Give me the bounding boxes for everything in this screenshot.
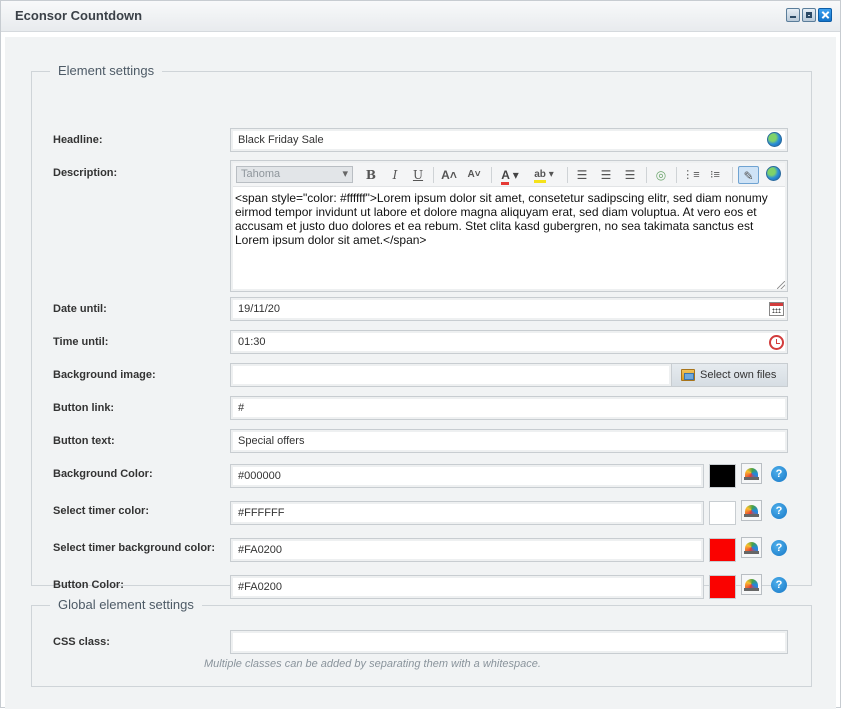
italic-icon[interactable]: I — [388, 166, 402, 184]
image-folder-icon — [681, 369, 695, 381]
font-size-increase-icon[interactable]: A˄ — [440, 166, 458, 184]
maximize-button[interactable] — [802, 8, 816, 22]
button-text-value: Special offers — [238, 435, 305, 447]
title-bar: Econsor Countdown — [1, 1, 840, 32]
timer-color-label: Select timer color: — [53, 505, 149, 517]
align-left-icon[interactable]: ☰ — [574, 166, 590, 184]
headline-input[interactable]: Black Friday Sale — [230, 128, 788, 152]
element-settings-group: Element settings Headline: Black Friday … — [31, 63, 812, 599]
time-until-input[interactable]: 01:30 — [230, 330, 788, 354]
calendar-icon[interactable] — [769, 302, 784, 316]
button-color-swatch[interactable] — [709, 575, 736, 599]
date-until-input[interactable]: 19/11/20 — [230, 297, 788, 321]
button-text-input[interactable]: Special offers — [230, 429, 788, 453]
language-globe-icon[interactable] — [766, 166, 781, 181]
timer-color-swatch[interactable] — [709, 501, 736, 525]
clock-icon[interactable] — [769, 335, 784, 350]
toolbar-separator — [732, 167, 733, 183]
align-right-icon[interactable]: ☰ — [622, 166, 638, 184]
headline-value: Black Friday Sale — [238, 134, 324, 146]
background-image-label: Background image: — [53, 369, 156, 381]
language-globe-icon[interactable] — [767, 132, 782, 147]
font-family-select[interactable]: Tahoma — [236, 166, 353, 183]
button-color-label: Button Color: — [53, 579, 124, 591]
color-picker-icon[interactable] — [741, 500, 762, 521]
font-family-value: Tahoma — [241, 168, 281, 180]
global-settings-group: Global element settings CSS class: — [31, 597, 812, 687]
underline-icon[interactable]: U — [411, 166, 425, 184]
background-color-swatch[interactable] — [709, 464, 736, 488]
help-icon[interactable]: ? — [771, 466, 787, 482]
minimize-button[interactable] — [786, 8, 800, 22]
editor-toolbar: Tahoma B I U A˄ A˅ A ▾ ab ▾ ☰ ☰ ☰ ◎ — [233, 163, 785, 187]
timer-bg-color-label: Select timer background color: — [53, 542, 215, 554]
description-editor[interactable]: Tahoma B I U A˄ A˅ A ▾ ab ▾ ☰ ☰ ☰ ◎ — [230, 160, 788, 292]
toolbar-separator — [567, 167, 568, 183]
insert-link-icon[interactable]: ◎ — [652, 166, 670, 184]
description-label: Description: — [53, 167, 118, 179]
dialog-window: Econsor Countdown Element settings Headl… — [0, 0, 841, 709]
timer-color-input[interactable]: #FFFFFF — [230, 501, 704, 525]
dialog-content: Element settings Headline: Black Friday … — [5, 37, 836, 709]
background-color-input[interactable]: #000000 — [230, 464, 704, 488]
element-settings-legend: Element settings — [50, 63, 163, 78]
help-icon[interactable]: ? — [771, 503, 787, 519]
background-color-value: #000000 — [238, 470, 281, 482]
headline-label: Headline: — [53, 134, 103, 146]
date-until-label: Date until: — [53, 303, 107, 315]
source-code-toggle-icon[interactable]: ✎ — [738, 166, 759, 184]
help-icon[interactable]: ? — [771, 540, 787, 556]
button-link-value: # — [238, 402, 245, 414]
help-icon[interactable]: ? — [771, 577, 787, 593]
resize-handle[interactable] — [777, 281, 785, 289]
timer-bg-color-swatch[interactable] — [709, 538, 736, 562]
timer-bg-color-input[interactable]: #FA0200 — [230, 538, 704, 562]
css-class-input[interactable] — [230, 630, 788, 654]
timer-bg-color-value: #FA0200 — [238, 544, 283, 556]
description-text[interactable]: <span style="color: #ffffff">Lorem ipsum… — [235, 191, 781, 247]
background-color-label: Background Color: — [53, 468, 153, 480]
select-files-button[interactable]: Select own files — [671, 363, 788, 387]
toolbar-separator — [433, 167, 434, 183]
ordered-list-icon[interactable]: ⋮≡ — [682, 166, 700, 184]
color-picker-icon[interactable] — [741, 463, 762, 484]
css-class-label: CSS class: — [53, 636, 110, 648]
global-settings-legend: Global element settings — [50, 597, 202, 612]
timer-color-value: #FFFFFF — [238, 507, 285, 519]
color-picker-icon[interactable] — [741, 574, 762, 595]
background-image-input[interactable] — [230, 363, 672, 387]
button-color-input[interactable]: #FA0200 — [230, 575, 704, 599]
toolbar-separator — [676, 167, 677, 183]
button-link-input[interactable]: # — [230, 396, 788, 420]
button-color-value: #FA0200 — [238, 581, 283, 593]
font-color-icon[interactable]: A ▾ — [497, 166, 523, 185]
button-link-label: Button link: — [53, 402, 115, 414]
unordered-list-icon[interactable]: ⁝≡ — [706, 166, 724, 184]
font-size-decrease-icon[interactable]: A˅ — [465, 166, 483, 184]
highlight-color-icon[interactable]: ab ▾ — [530, 166, 558, 184]
toolbar-separator — [646, 167, 647, 183]
window-title: Econsor Countdown — [15, 8, 143, 23]
close-button[interactable] — [818, 8, 832, 22]
time-until-label: Time until: — [53, 336, 109, 348]
button-text-label: Button text: — [53, 435, 115, 447]
toolbar-separator — [491, 167, 492, 183]
time-until-value: 01:30 — [238, 336, 266, 348]
date-until-value: 19/11/20 — [238, 303, 281, 315]
css-class-hint: Multiple classes can be added by separat… — [204, 658, 541, 670]
bold-icon[interactable]: B — [364, 166, 378, 184]
align-center-icon[interactable]: ☰ — [598, 166, 614, 184]
select-files-label: Select own files — [700, 369, 777, 381]
color-picker-icon[interactable] — [741, 537, 762, 558]
